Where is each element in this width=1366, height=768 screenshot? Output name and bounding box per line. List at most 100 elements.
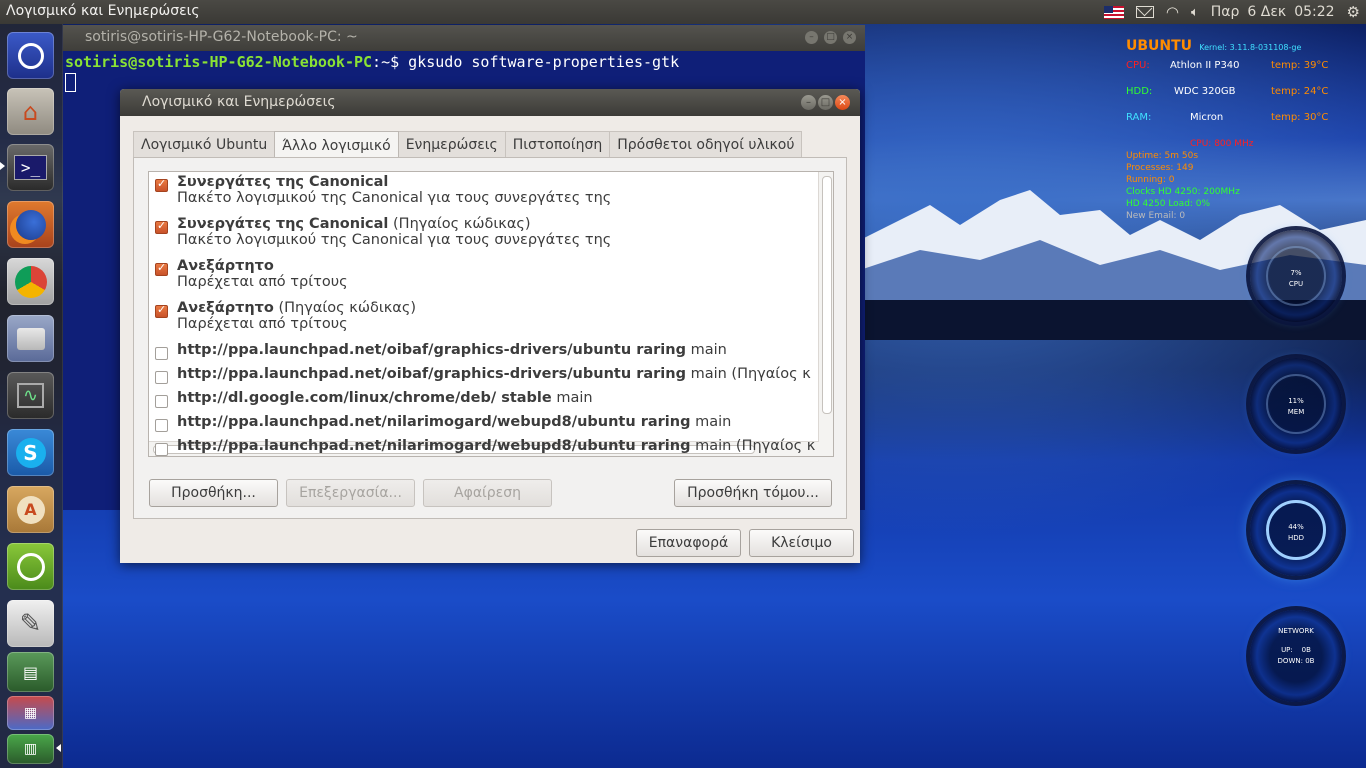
source-checkbox[interactable] — [155, 395, 168, 408]
sound-indicator[interactable]: 🔈︎ — [1185, 0, 1205, 24]
session-menu[interactable]: ⚙ — [1341, 0, 1366, 24]
dash-button[interactable] — [7, 32, 54, 79]
source-checkbox[interactable] — [155, 443, 168, 456]
prompt-user: sotiris@sotiris-HP-G62-Notebook-PC — [65, 53, 373, 71]
cpu-ring-value: 7% — [1290, 269, 1302, 277]
app-stack-icon: ▥ — [23, 741, 38, 757]
launcher-stack-2[interactable]: ▦ — [7, 696, 54, 730]
mem-ring-gauge: 11% MEM — [1250, 358, 1342, 450]
source-name: http://ppa.launchpad.net/oibaf/graphics-… — [177, 342, 686, 358]
source-row[interactable]: Συνεργάτες της Canonical (Πηγαίος κώδικα… — [153, 216, 817, 248]
source-checkbox[interactable] — [155, 261, 168, 276]
source-text: http://dl.google.com/linux/chrome/deb/ s… — [177, 390, 593, 406]
add-volume-button[interactable]: Προσθήκη τόμου... — [674, 479, 832, 507]
source-components: main — [685, 342, 727, 358]
source-row[interactable]: http://ppa.launchpad.net/nilarimogard/we… — [153, 414, 817, 432]
vertical-scrollbar[interactable] — [818, 172, 833, 456]
clock-indicator[interactable]: Παρ 6 Δεκ 05:22 — [1205, 0, 1341, 24]
launcher-chrome[interactable] — [7, 258, 54, 305]
source-row[interactable]: Συνεργάτες της CanonicalΠακέτο λογισμικο… — [153, 174, 817, 206]
conky-ram-temp: temp: 30°C — [1271, 112, 1329, 123]
launcher-terminal[interactable]: >_ — [7, 144, 54, 191]
add-source-button[interactable]: Προσθήκη... — [149, 479, 278, 507]
source-name: Συνεργάτες της Canonical — [177, 174, 389, 190]
terminal-command: gksudo software-properties-gtk — [408, 53, 680, 71]
network-title: NETWORK — [1278, 627, 1314, 635]
source-checkbox[interactable] — [155, 347, 168, 360]
close-dialog-button[interactable]: Κλείσιμο — [749, 529, 854, 557]
conky-cpu-model: Athlon II P340 — [1170, 60, 1240, 71]
keyboard-layout-indicator[interactable] — [1098, 0, 1130, 24]
mem-ring-label: MEM — [1287, 408, 1305, 416]
clock-time: 05:22 — [1294, 4, 1335, 20]
close-button[interactable]: × — [843, 31, 856, 44]
hdd-ring-label: HDD — [1287, 534, 1305, 542]
network-indicator[interactable]: ◠ — [1160, 0, 1185, 24]
maximize-button[interactable]: □ — [824, 31, 837, 44]
sources-list[interactable]: Συνεργάτες της CanonicalΠακέτο λογισμικο… — [148, 171, 834, 457]
source-checkbox[interactable] — [155, 219, 168, 234]
launcher-firefox[interactable] — [7, 201, 54, 248]
conky-cpu-label: CPU: — [1126, 60, 1150, 71]
source-row[interactable]: http://ppa.launchpad.net/oibaf/graphics-… — [153, 342, 817, 360]
launcher-skype[interactable]: S — [7, 429, 54, 476]
tab-additional-drivers[interactable]: Πρόσθετοι οδηγοί υλικού — [609, 131, 803, 158]
software-updates-dialog[interactable]: Λογισμικό και Ενημερώσεις – □ × Λογισμικ… — [120, 89, 860, 563]
source-row[interactable]: Ανεξάρτητο (Πηγαίος κώδικας)Παρέχεται απ… — [153, 300, 817, 332]
tab-other-software[interactable]: Άλλο λογισμικό — [274, 131, 399, 159]
source-name: Συνεργάτες της Canonical — [177, 216, 389, 232]
source-row[interactable]: http://ppa.launchpad.net/nilarimogard/we… — [153, 438, 817, 456]
terminal-titlebar[interactable]: sotiris@sotiris-HP-G62-Notebook-PC: ~ – … — [63, 25, 865, 51]
conky-hdd-temp: temp: 24°C — [1271, 86, 1329, 97]
ubuntu-one-icon — [16, 552, 45, 581]
launcher-drive[interactable] — [7, 315, 54, 362]
launcher-system-monitor[interactable]: ∿ — [7, 372, 54, 419]
minimize-button[interactable]: – — [805, 31, 818, 44]
source-description: Πακέτο λογισμικού της Canonical για τους… — [177, 190, 612, 206]
source-text: http://ppa.launchpad.net/nilarimogard/we… — [177, 414, 731, 430]
maximize-button[interactable]: □ — [818, 95, 833, 110]
remove-source-button[interactable]: Αφαίρεση — [423, 479, 552, 507]
source-components: main (Πηγαίος κ — [685, 366, 811, 382]
source-text: Ανεξάρτητο Παρέχεται από τρίτους — [177, 258, 348, 290]
source-text: Συνεργάτες της Canonical (Πηγαίος κώδικα… — [177, 216, 611, 248]
minimize-button[interactable]: – — [801, 95, 816, 110]
source-components: main — [690, 414, 732, 430]
dialog-titlebar[interactable]: Λογισμικό και Ενημερώσεις – □ × — [120, 89, 860, 116]
messaging-indicator[interactable] — [1130, 0, 1160, 24]
source-components: main (Πηγαίος κ — [690, 438, 816, 454]
home-icon: ⌂ — [22, 97, 39, 126]
source-row[interactable]: http://ppa.launchpad.net/oibaf/graphics-… — [153, 366, 817, 384]
tab-updates[interactable]: Ενημερώσεις — [397, 131, 506, 158]
close-button[interactable]: × — [835, 95, 850, 110]
edit-source-button[interactable]: Επεξεργασία... — [286, 479, 415, 507]
mem-ring-value: 11% — [1288, 397, 1304, 405]
revert-button[interactable]: Επαναφορά — [636, 529, 741, 557]
terminal-icon: >_ — [13, 155, 48, 180]
source-checkbox[interactable] — [155, 419, 168, 432]
launcher-home-folder[interactable]: ⌂ — [7, 88, 54, 135]
source-row[interactable]: ΑνεξάρτητοΠαρέχεται από τρίτους — [153, 258, 817, 290]
source-checkbox[interactable] — [155, 371, 168, 384]
chrome-icon — [14, 265, 47, 298]
top-panel: Λογισμικό και Ενημερώσεις ◠ 🔈︎ Παρ 6 Δεκ… — [0, 0, 1366, 24]
cpu-ring-gauge: 7% CPU — [1250, 230, 1342, 322]
network-ring-gauge: NETWORK UP: 0B DOWN: 0B — [1250, 610, 1342, 702]
scrollbar-thumb[interactable] — [822, 176, 832, 414]
tab-ubuntu-software[interactable]: Λογισμικό Ubuntu — [133, 131, 276, 158]
source-text: Συνεργάτες της Canonical Πακέτο λογισμικο… — [177, 174, 611, 206]
source-checkbox[interactable] — [155, 177, 168, 192]
source-checkbox[interactable] — [155, 303, 168, 318]
launcher-software-updater[interactable]: A — [7, 486, 54, 533]
conky-hdd-label: HDD: — [1126, 86, 1153, 97]
app-stack-icon: ▦ — [23, 705, 38, 721]
launcher-software-center[interactable] — [7, 543, 54, 590]
launcher-text-editor[interactable]: ✎ — [7, 600, 54, 647]
launcher-stack-3[interactable]: ▥ — [7, 734, 54, 764]
system-tray: ◠ 🔈︎ Παρ 6 Δεκ 05:22 ⚙ — [1098, 0, 1366, 24]
tab-authentication[interactable]: Πιστοποίηση — [504, 131, 611, 158]
source-row[interactable]: http://dl.google.com/linux/chrome/deb/ s… — [153, 390, 817, 408]
launcher-stack-1[interactable]: ▤ — [7, 652, 54, 692]
system-monitor-icon: ∿ — [16, 383, 45, 408]
source-text: http://ppa.launchpad.net/oibaf/graphics-… — [177, 342, 727, 358]
